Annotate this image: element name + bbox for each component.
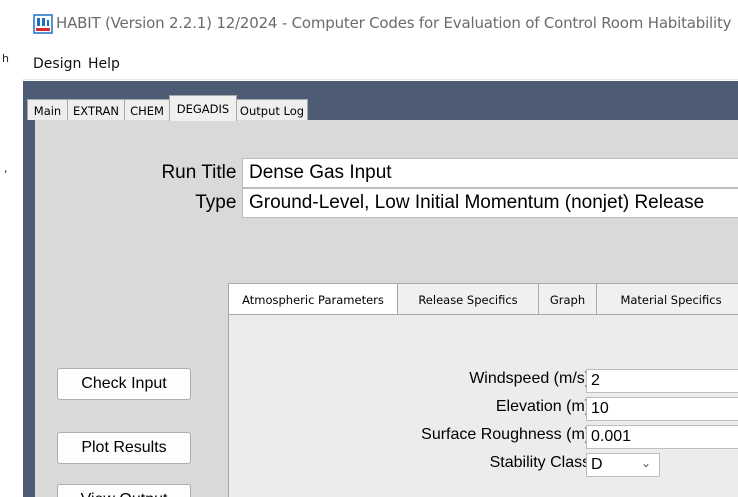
habit-window: HABIT (Version 2.2.1) 12/2024 - Computer… — [23, 0, 738, 497]
windspeed-field[interactable]: 2 — [586, 369, 738, 393]
stability-class-select[interactable]: D ⌄ — [586, 453, 660, 477]
check-input-button[interactable]: Check Input — [57, 368, 191, 400]
subtab-atmospheric-parameters[interactable]: Atmospheric Parameters — [228, 283, 398, 315]
run-title-label: Run Title : — [161, 162, 247, 183]
chevron-down-icon: ⌄ — [640, 456, 651, 470]
plot-results-button[interactable]: Plot Results — [57, 432, 191, 464]
windspeed-label: Windspeed (m/s) : — [469, 370, 599, 387]
surface-roughness-label: Surface Roughness (m) : — [421, 426, 599, 443]
tab-extran[interactable]: EXTRAN — [67, 99, 125, 121]
stability-class-label: Stability Class : — [489, 454, 599, 471]
edge-mark: h — [2, 52, 9, 65]
tab-output-log[interactable]: Output Log — [236, 99, 308, 121]
type-label: Type : — [195, 192, 247, 213]
window-title: HABIT (Version 2.2.1) 12/2024 - Computer… — [56, 14, 732, 32]
tab-main[interactable]: Main — [27, 99, 68, 121]
subtab-material-specifics[interactable]: Material Specifics — [596, 283, 738, 315]
degadis-panel: Run Title : Dense Gas Input Type : Groun… — [35, 120, 738, 497]
tab-content-frame: Run Title : Dense Gas Input Type : Groun… — [23, 120, 738, 497]
run-title-field[interactable]: Dense Gas Input — [242, 158, 738, 188]
subtab-release-specifics[interactable]: Release Specifics — [397, 283, 539, 315]
title-bar: HABIT (Version 2.2.1) 12/2024 - Computer… — [23, 0, 738, 50]
elevation-label: Elevation (m) : — [495, 398, 599, 415]
menu-bar: Design Help — [23, 50, 738, 80]
view-output-button[interactable]: View Output — [57, 484, 191, 497]
elevation-field[interactable]: 10 — [586, 397, 738, 421]
edge-mark: , — [4, 162, 8, 175]
atmospheric-parameters-panel: Windspeed (m/s) : 2 Elevation (m) : 10 S… — [228, 314, 738, 497]
menu-design[interactable]: Design — [33, 56, 81, 72]
stability-class-value: D — [591, 456, 603, 473]
app-icon — [33, 14, 53, 34]
surface-roughness-field[interactable]: 0.001 — [586, 425, 738, 449]
type-field[interactable]: Ground-Level, Low Initial Momentum (nonj… — [242, 188, 738, 218]
tab-chem[interactable]: CHEM — [124, 99, 170, 121]
subtab-graph[interactable]: Graph — [538, 283, 597, 315]
menu-help[interactable]: Help — [88, 56, 120, 72]
tab-degadis[interactable]: DEGADIS — [169, 95, 237, 121]
